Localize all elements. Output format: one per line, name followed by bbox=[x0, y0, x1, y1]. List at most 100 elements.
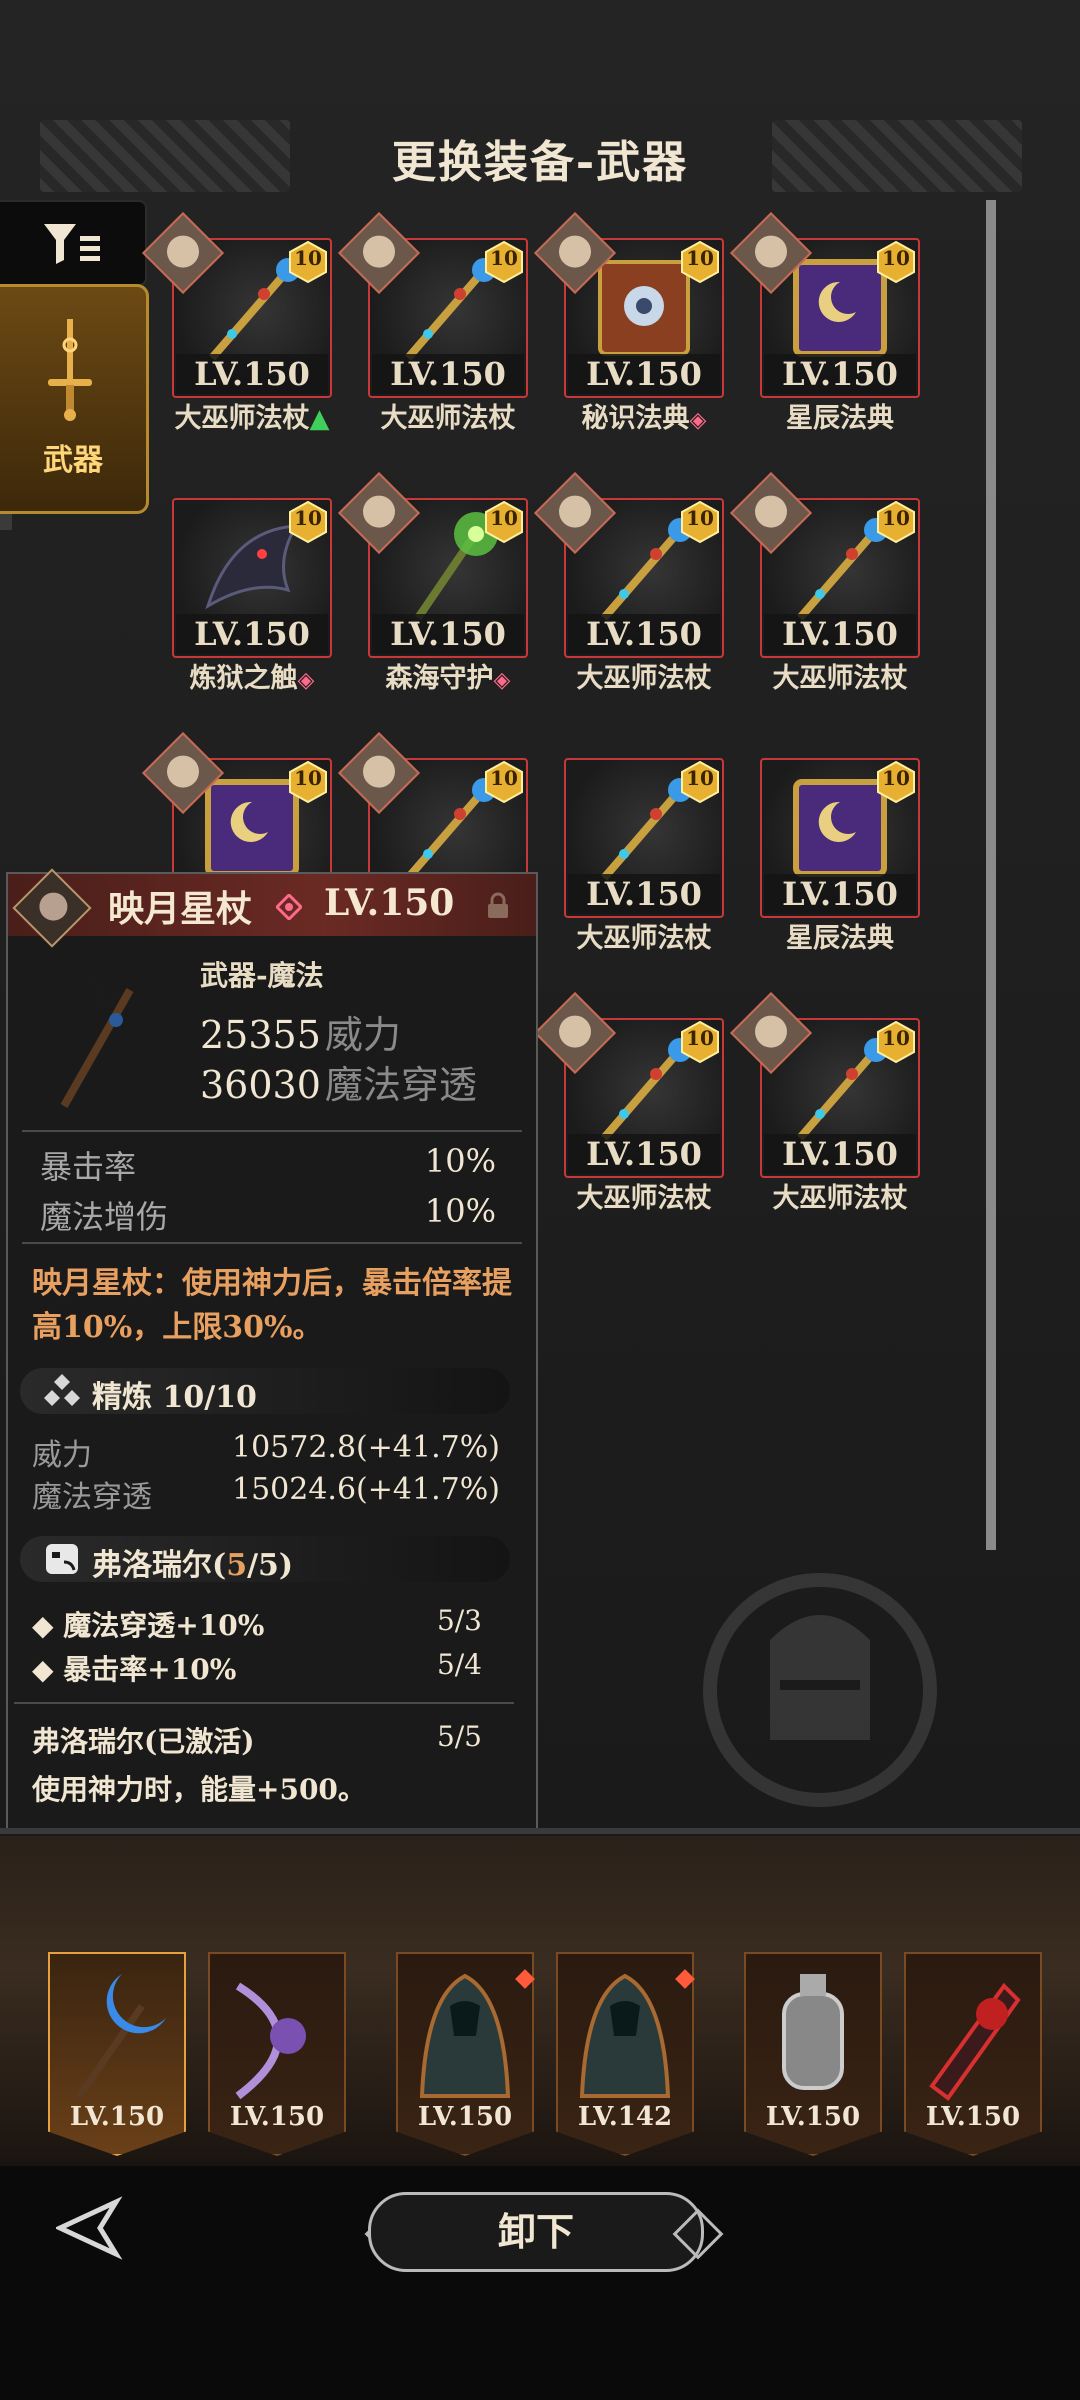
tab-weapon-label: 武器 bbox=[43, 443, 103, 478]
set-diamond-icon: ◈ bbox=[493, 667, 511, 693]
equipped-slot[interactable]: LV.150 bbox=[744, 1952, 882, 2156]
item-level: LV.150 bbox=[568, 874, 720, 914]
set-section: 弗洛瑞尔(5/5) bbox=[20, 1536, 510, 1583]
tab-weapon[interactable]: 武器 bbox=[0, 284, 149, 514]
set-active-description: 使用神力时，能量+500。 bbox=[32, 1773, 366, 1806]
set-diamond-icon: ◈ bbox=[297, 667, 315, 693]
item-level: LV.150 bbox=[568, 354, 720, 394]
item-name: 星辰法典 bbox=[786, 923, 894, 954]
item-slot[interactable]: LV.150 10 大巫师法杖 bbox=[564, 758, 724, 958]
equipped-slot[interactable]: LV.150 bbox=[48, 1952, 186, 2156]
rank-badge: 10 bbox=[288, 500, 328, 544]
item-name: 大巫师法杖 bbox=[772, 1183, 908, 1214]
item-level: LV.150 bbox=[764, 874, 916, 914]
relic-red-icon bbox=[929, 1982, 1021, 2101]
set-title: 弗洛瑞尔(5/5) bbox=[92, 1548, 294, 1583]
rank-badge: 10 bbox=[484, 240, 524, 284]
helmet-emblem bbox=[703, 1573, 937, 1807]
item-slot[interactable]: LV.150 10 炼狱之触◈ bbox=[172, 498, 332, 698]
page-title: 更换装备-武器 bbox=[391, 137, 689, 188]
panel-border bbox=[0, 1828, 1080, 1834]
sub-stat-crit: 暴击率 10% bbox=[40, 1142, 496, 1186]
rank-badge: 10 bbox=[288, 240, 328, 284]
sub-stat-magic-dmg: 魔法增伤 10% bbox=[40, 1192, 496, 1236]
owner-avatar bbox=[12, 868, 92, 948]
divider bbox=[22, 1130, 522, 1132]
moon-staff-icon bbox=[60, 956, 154, 1108]
set-bonus-2: ◆ 暴击率+10% 5/4 bbox=[32, 1648, 482, 1686]
item-name: 大巫师法杖 bbox=[772, 663, 908, 694]
set-diamond-icon: ◈ bbox=[689, 407, 707, 433]
refine-section: 精炼 10/10 bbox=[20, 1368, 510, 1415]
sword-icon bbox=[48, 319, 92, 421]
robe-hood-icon bbox=[579, 1973, 671, 2098]
item-slot[interactable]: LV.150 10 大巫师法杖 bbox=[729, 471, 920, 698]
rank-badge: 10 bbox=[680, 760, 720, 804]
rank-badge: 10 bbox=[484, 760, 524, 804]
rank-badge: 10 bbox=[876, 500, 916, 544]
back-arrow-icon[interactable] bbox=[56, 2196, 136, 2260]
rank-badge: 10 bbox=[484, 500, 524, 544]
main-stat-power: 25355 威力 bbox=[200, 1013, 401, 1057]
lock-icon[interactable] bbox=[486, 892, 510, 920]
equipped-level: LV.150 bbox=[925, 2102, 1021, 2132]
scrollbar-thumb[interactable] bbox=[986, 200, 996, 1550]
item-card[interactable]: LV.150 10 bbox=[760, 758, 920, 918]
item-card[interactable]: LV.150 10 bbox=[172, 498, 332, 658]
tooltip-item-name: 映月星杖 bbox=[108, 888, 253, 930]
set-active-title: 弗洛瑞尔(已激活) 5/5 bbox=[32, 1720, 482, 1758]
set-bonus-1: ◆ 魔法穿透+10% 5/3 bbox=[32, 1604, 482, 1642]
item-name: 大巫师法杖▲ bbox=[174, 403, 330, 434]
rank-badge: 10 bbox=[680, 500, 720, 544]
item-name: 大巫师法杖 bbox=[576, 923, 712, 954]
set-diamond-icon bbox=[276, 894, 302, 920]
equipped-slot[interactable]: LV.150 bbox=[396, 1952, 534, 2156]
equipped-level: LV.142 bbox=[577, 2102, 673, 2132]
item-level: LV.150 bbox=[764, 614, 916, 654]
moon-staff-icon bbox=[75, 1974, 166, 2100]
upgrade-arrow-icon: ▲ bbox=[309, 404, 330, 434]
equipped-level: LV.150 bbox=[229, 2102, 325, 2132]
item-name: 炼狱之触◈ bbox=[189, 663, 315, 694]
lantern-icon bbox=[782, 1974, 844, 2090]
item-name: 大巫师法杖 bbox=[576, 1183, 712, 1214]
set-mask-icon bbox=[46, 1544, 78, 1574]
refine-stat-penetration: 魔法穿透 15024.6(+41.7%) bbox=[32, 1472, 500, 1515]
tooltip-level: LV.150 bbox=[324, 882, 455, 924]
item-slot[interactable]: LV.150 10 大巫师法杖 bbox=[533, 991, 724, 1218]
refine-stat-power: 威力 10572.8(+41.7%) bbox=[32, 1430, 500, 1473]
rank-badge: 10 bbox=[288, 760, 328, 804]
equipped-level: LV.150 bbox=[417, 2102, 513, 2132]
item-slot[interactable]: LV.150 10 星辰法典 bbox=[760, 758, 920, 958]
item-name: 大巫师法杖 bbox=[380, 403, 516, 434]
item-level: LV.150 bbox=[764, 1134, 916, 1174]
item-slot[interactable]: LV.150 10 大巫师法杖 bbox=[533, 471, 724, 698]
unequip-button[interactable]: 卸下 bbox=[368, 2192, 704, 2272]
main-stat-penetration: 36030 魔法穿透 bbox=[200, 1063, 477, 1107]
filter-button[interactable] bbox=[0, 200, 147, 286]
tooltip-item-type: 武器-魔法 bbox=[200, 959, 324, 992]
item-effect-description: 映月星杖：使用神力后，暴击倍率提高10%，上限30%。 bbox=[32, 1266, 512, 1345]
rank-badge: 10 bbox=[680, 240, 720, 284]
item-name: 森海守护◈ bbox=[385, 663, 511, 694]
item-slot[interactable]: LV.150 10 大巫师法杖 bbox=[729, 991, 920, 1218]
item-slot[interactable]: LV.150 10 大巫师法杖▲ bbox=[141, 211, 332, 438]
bow-purple-icon bbox=[235, 1982, 306, 2100]
item-slot[interactable]: LV.150 10 秘识法典◈ bbox=[533, 211, 724, 438]
equipped-level: LV.150 bbox=[69, 2102, 165, 2132]
item-slot[interactable]: LV.150 10 森海守护◈ bbox=[337, 471, 528, 698]
item-slot[interactable]: LV.150 10 星辰法典 bbox=[729, 211, 920, 438]
equipped-slot[interactable]: LV.150 bbox=[904, 1952, 1042, 2156]
item-name: 大巫师法杖 bbox=[576, 663, 712, 694]
rank-badge: 10 bbox=[876, 1020, 916, 1064]
equipped-slot[interactable]: LV.142 bbox=[556, 1952, 694, 2156]
item-level: LV.150 bbox=[372, 614, 524, 654]
filter-icon bbox=[44, 224, 100, 264]
tooltip-header: 映月星杖 LV.150 bbox=[8, 868, 536, 948]
item-level: LV.150 bbox=[764, 354, 916, 394]
item-card[interactable]: LV.150 10 bbox=[564, 758, 724, 918]
robe-hood-icon bbox=[419, 1973, 511, 2098]
item-slot[interactable]: LV.150 10 大巫师法杖 bbox=[337, 211, 528, 438]
equipped-level: LV.150 bbox=[765, 2102, 861, 2132]
equipped-slot[interactable]: LV.150 bbox=[208, 1952, 346, 2156]
